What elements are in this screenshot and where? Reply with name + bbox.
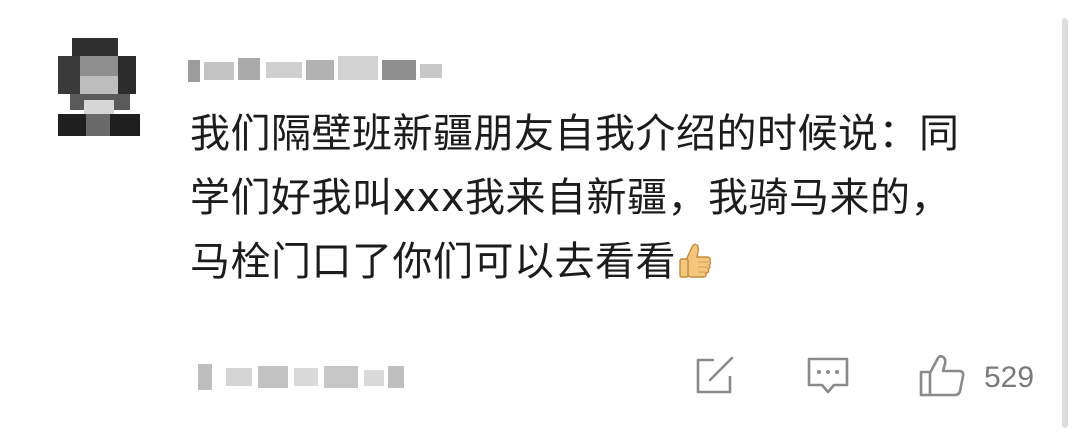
scrollbar[interactable] (1062, 18, 1068, 428)
username-blurred[interactable] (188, 52, 450, 82)
comment-body: 我们隔壁班新疆朋友自我介绍的时候说：同 学们好我叫xxx我来自新疆，我骑马来的，… (190, 111, 960, 285)
reply-button[interactable] (806, 356, 852, 400)
like-count: 529 (984, 361, 1035, 394)
share-button[interactable] (694, 356, 738, 400)
comment-card: 我们隔壁班新疆朋友自我介绍的时候说：同 学们好我叫xxx我来自新疆，我骑马来的，… (0, 0, 1080, 435)
share-icon (694, 356, 736, 400)
thumbs-up-emoji (676, 236, 714, 278)
thumbs-up-icon (918, 354, 966, 402)
comment-text: 我们隔壁班新疆朋友自我介绍的时候说：同 学们好我叫xxx我来自新疆，我骑马来的，… (190, 102, 1050, 294)
comment-meta-blurred (198, 362, 408, 390)
comment-icon (806, 356, 850, 400)
like-button[interactable]: 529 (918, 354, 1048, 398)
avatar[interactable] (48, 38, 146, 136)
